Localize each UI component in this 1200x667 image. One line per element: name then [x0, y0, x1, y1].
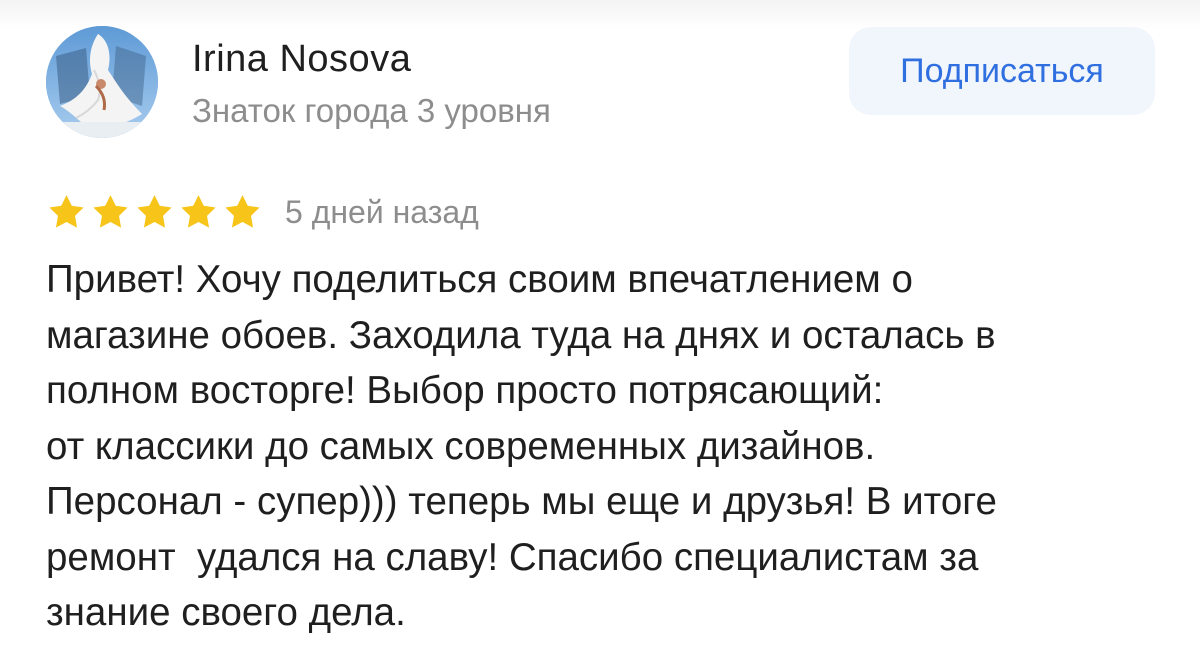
subscribe-button[interactable]: Подписаться — [849, 27, 1155, 115]
author-level: Знаток города 3 уровня — [192, 92, 551, 129]
review-line: магазине обоев. Заходила туда на днях и … — [46, 313, 996, 357]
star-icon — [137, 194, 172, 228]
review-line: ремонт удался на славу! Спасибо специали… — [46, 535, 979, 579]
review-date: 5 дней назад — [285, 193, 479, 230]
star-icon — [225, 194, 260, 228]
avatar-photo — [46, 26, 158, 138]
rating-row: 5 дней назад — [46, 190, 479, 234]
review-line: знание своего дела. — [46, 591, 406, 634]
top-fade — [0, 0, 1200, 30]
review-line: полном восторге! Выбор просто потрясающи… — [46, 369, 884, 412]
star-icon — [93, 194, 128, 228]
review-line: Привет! Хочу поделиться своим впечатлени… — [46, 258, 913, 301]
rating-stars — [46, 192, 263, 233]
star-icon — [181, 194, 216, 228]
review-card: Irina Nosova Знаток города 3 уровня Подп… — [0, 0, 1200, 667]
review-text: Привет! Хочу поделиться своим впечатлени… — [46, 252, 1166, 641]
star-icon — [49, 194, 84, 228]
review-line: Персонал - супер))) теперь мы еще и друз… — [46, 480, 997, 523]
avatar[interactable] — [46, 26, 158, 138]
author-name[interactable]: Irina Nosova — [192, 38, 411, 81]
review-line: от классики до самых современных дизайно… — [46, 424, 876, 468]
